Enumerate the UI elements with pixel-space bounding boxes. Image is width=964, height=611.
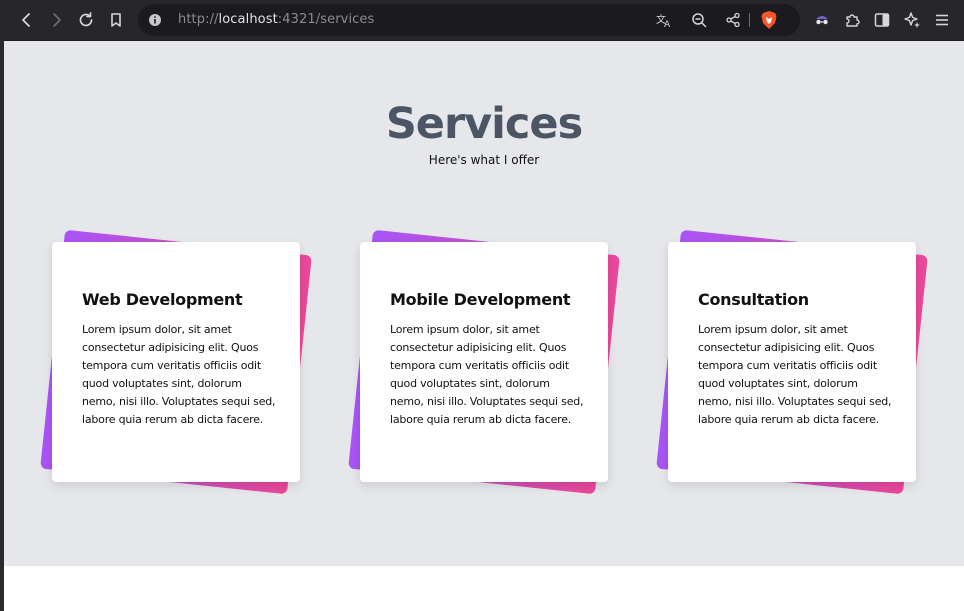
bookmark-button[interactable] [101,5,131,35]
browser-toolbar: http://localhost:4321/services 文A [0,0,964,40]
back-button[interactable] [12,5,42,35]
menu-button[interactable] [927,5,957,35]
zoom-out-icon[interactable] [691,12,707,28]
bookmark-icon [111,13,121,27]
service-card: Mobile Development Lorem ipsum dolor, si… [348,229,620,495]
url-text[interactable]: http://localhost:4321/services [178,12,374,27]
forward-button[interactable] [41,5,71,35]
card-surface: Web Development Lorem ipsum dolor, sit a… [52,242,300,482]
address-bar[interactable]: http://localhost:4321/services 文A [138,4,800,36]
sidebar-button[interactable] [867,5,897,35]
card-body: Lorem ipsum dolor, sit amet consectetur … [82,323,276,426]
forward-icon [53,13,61,27]
service-card: Web Development Lorem ipsum dolor, sit a… [40,229,312,495]
site-info-icon[interactable] [148,13,162,27]
brave-shields-icon[interactable] [760,10,778,30]
leo-ai-button[interactable] [897,5,927,35]
card-body: Lorem ipsum dolor, sit amet consectetur … [698,323,892,426]
service-card: Consultation Lorem ipsum dolor, sit amet… [656,229,928,495]
private-button[interactable] [807,5,837,35]
extensions-button[interactable] [837,5,867,35]
translate-icon[interactable]: 文A [656,12,674,28]
card-title: Web Development [82,290,243,309]
card-body: Lorem ipsum dolor, sit amet consectetur … [390,323,584,426]
reload-icon [79,12,93,27]
leo-ai-icon [904,12,920,28]
page-viewport: Services Here's what I offer Web Develop… [4,41,964,611]
svg-text:A: A [664,20,671,28]
card-surface: Consultation Lorem ipsum dolor, sit amet… [668,242,916,482]
card-title: Mobile Development [390,290,571,309]
card-title: Consultation [698,290,809,309]
back-icon [22,13,30,27]
url-prefix: http:// [178,12,219,27]
url-separator [749,13,750,27]
page-subtitle: Here's what I offer [428,153,540,167]
reload-button[interactable] [71,5,101,35]
menu-icon [936,14,948,26]
url-host: localhost [218,12,278,27]
page-title: Services [385,99,583,149]
share-icon[interactable] [725,12,741,28]
extensions-icon [846,14,860,27]
card-surface: Mobile Development Lorem ipsum dolor, si… [360,242,608,482]
sidebar-icon [874,13,890,27]
url-path: :4321/services [277,12,375,27]
services-section: Services Here's what I offer Web Develop… [4,41,964,566]
private-icon [815,16,829,25]
